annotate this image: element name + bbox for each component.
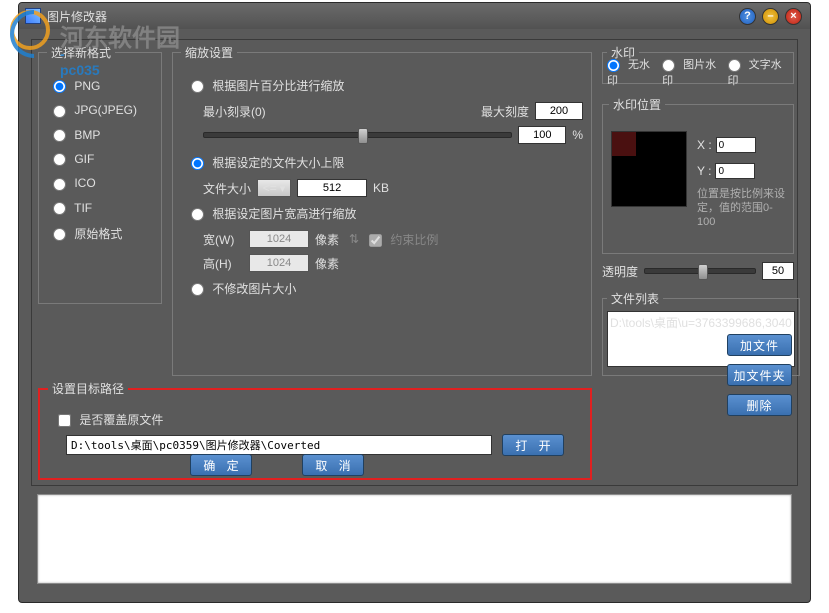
percent-value-input[interactable] [518, 126, 566, 144]
watermark-position-fieldset: 水印位置 X : Y : 位置是按比例来设定，值的范围0-100 [602, 96, 794, 254]
delete-button[interactable]: 删除 [727, 394, 792, 416]
percent-slider[interactable] [203, 132, 512, 138]
width-input[interactable] [249, 230, 309, 248]
wmpos-hint: 位置是按比例来设定，值的范围0-100 [697, 187, 789, 229]
min-scale-label: 最小刻录(0) [203, 103, 266, 120]
opacity-input[interactable] [762, 262, 794, 280]
max-scale-input[interactable] [535, 102, 583, 120]
filesize-unit: KB [373, 181, 389, 195]
cancel-button[interactable]: 取 消 [302, 454, 364, 476]
format-opt-gif[interactable]: GIF [53, 152, 147, 166]
close-button[interactable]: × [785, 8, 802, 25]
height-unit: 像素 [315, 255, 339, 272]
scale-opt-percent[interactable]: 根据图片百分比进行缩放 [191, 79, 344, 93]
app-window: 图片修改器 ? – × 选择新格式 PNG JPG(JPEG) BMP GIF … [18, 2, 811, 603]
scale-legend: 缩放设置 [181, 44, 237, 61]
filesize-label: 文件大小 [203, 180, 251, 197]
wmpos-legend: 水印位置 [609, 96, 665, 113]
max-scale-label: 最大刻度 [481, 103, 529, 120]
app-icon [25, 8, 41, 24]
format-opt-png[interactable]: PNG [53, 79, 147, 93]
target-path-fieldset: 设置目标路径 是否覆盖原文件 打 开 确 定 取 消 [38, 380, 592, 480]
format-fieldset: 选择新格式 PNG JPG(JPEG) BMP GIF ICO TIF 原始格式 [38, 44, 162, 304]
scale-opt-filesize[interactable]: 根据设定的文件大小上限 [191, 156, 344, 170]
format-opt-jpg(jpeg)[interactable]: JPG(JPEG) [53, 103, 147, 117]
scale-opt-none[interactable]: 不修改图片大小 [191, 282, 296, 296]
titlebar[interactable]: 图片修改器 ? – × [19, 3, 810, 29]
constrain-checkbox[interactable]: 约束比例 [369, 231, 438, 248]
width-label: 宽(W) [203, 231, 243, 248]
height-label: 高(H) [203, 255, 243, 272]
filelist-legend: 文件列表 [607, 290, 663, 307]
opacity-label: 透明度 [602, 263, 638, 280]
format-opt-ico[interactable]: ICO [53, 176, 147, 190]
format-opt-原始格式[interactable]: 原始格式 [53, 225, 147, 242]
add-folder-button[interactable]: 加文件夹 [727, 364, 792, 386]
add-file-button[interactable]: 加文件 [727, 334, 792, 356]
wmpos-y-input[interactable] [715, 163, 755, 179]
wmpos-preview[interactable] [611, 131, 687, 207]
operator-select[interactable]: <= ▾ [257, 179, 291, 197]
minimize-button[interactable]: – [762, 8, 779, 25]
open-button[interactable]: 打 开 [502, 434, 564, 456]
watermark-fieldset: 水印 无水印 图片水印 文字水印 [602, 44, 794, 84]
help-button[interactable]: ? [739, 8, 756, 25]
wm-opt-0[interactable]: 无水印 [607, 56, 658, 88]
filelist-item[interactable]: D:\tools\桌面\u=3763399686,3040 [610, 316, 792, 330]
format-opt-bmp[interactable]: BMP [53, 128, 147, 142]
ok-button[interactable]: 确 定 [190, 454, 252, 476]
wmpos-x-label: X : [697, 138, 712, 152]
format-opt-tif[interactable]: TIF [53, 201, 147, 215]
scale-opt-wh[interactable]: 根据设定图片宽高进行缩放 [191, 207, 356, 221]
percent-suffix: % [572, 128, 583, 142]
preview-area [37, 494, 792, 584]
filesize-input[interactable] [297, 179, 367, 197]
scale-fieldset: 缩放设置 根据图片百分比进行缩放 最小刻录(0) 最大刻度 % 根据设定的文件大… [172, 44, 592, 376]
wm-opt-1[interactable]: 图片水印 [662, 56, 723, 88]
wmpos-x-input[interactable] [716, 137, 756, 153]
link-icon: ⇅ [345, 232, 363, 246]
opacity-slider[interactable] [644, 268, 756, 274]
height-input[interactable] [249, 254, 309, 272]
overwrite-checkbox[interactable]: 是否覆盖原文件 [58, 413, 163, 427]
format-legend: 选择新格式 [47, 44, 115, 61]
target-path-input[interactable] [66, 435, 492, 455]
wmpos-y-label: Y : [697, 164, 711, 178]
width-unit: 像素 [315, 231, 339, 248]
window-title: 图片修改器 [47, 8, 739, 25]
target-legend: 设置目标路径 [48, 380, 128, 397]
wm-opt-2[interactable]: 文字水印 [728, 56, 789, 88]
